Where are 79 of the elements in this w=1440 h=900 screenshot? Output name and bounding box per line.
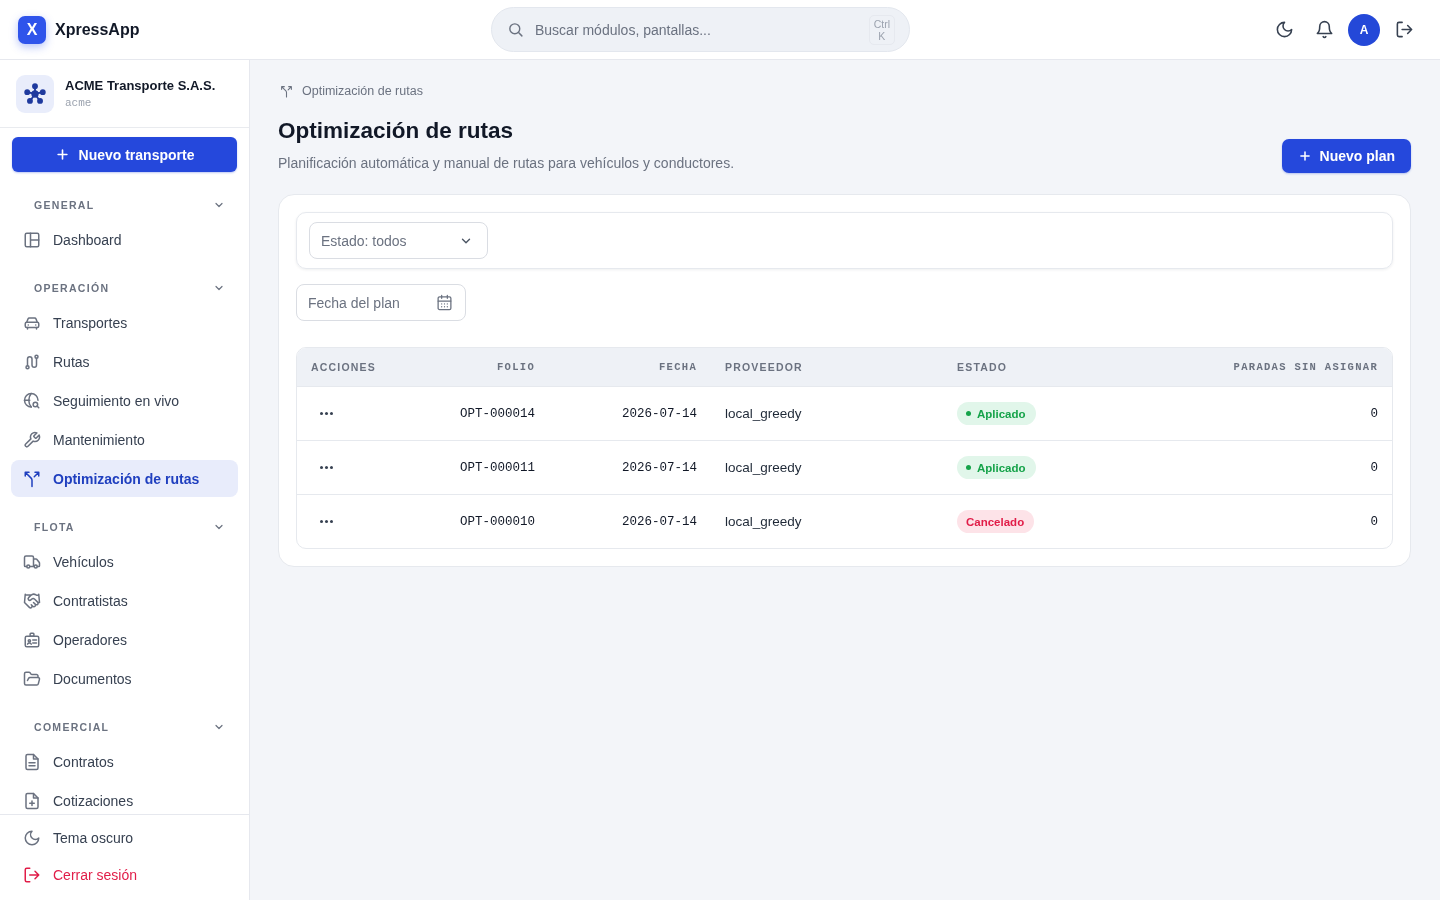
- globe-search-icon: [23, 391, 41, 410]
- table-cell: OPT-000011: [460, 460, 535, 475]
- status-text: Cancelado: [966, 515, 1025, 528]
- table-cell: OPT-000010: [460, 514, 535, 529]
- column-header: PARADAS SIN ASIGNAR: [1233, 361, 1378, 373]
- sidebar-item[interactable]: Contratistas: [11, 582, 238, 619]
- search-icon: [507, 21, 524, 38]
- wrench-icon: [23, 430, 41, 449]
- ellipsis-icon: [319, 466, 333, 469]
- sidebar-item[interactable]: Cerrar sesión: [11, 857, 238, 893]
- bell-icon: [1314, 20, 1334, 39]
- table-cell: 2026-07-14: [622, 514, 697, 529]
- layout-icon: [23, 230, 41, 249]
- handshake-icon: [23, 591, 41, 610]
- column-header: FOLIO: [497, 361, 535, 373]
- sidebar-item[interactable]: Seguimiento en vivo: [11, 382, 238, 419]
- sidebar-item[interactable]: Documentos: [11, 660, 238, 697]
- document-icon: [23, 752, 41, 771]
- document-plus-icon: [23, 791, 41, 810]
- ellipsis-icon: [319, 412, 333, 415]
- new-transport-button[interactable]: Nuevo transporte: [12, 137, 237, 172]
- sidebar-item[interactable]: Tema oscuro: [11, 820, 238, 856]
- truck-icon: [23, 552, 41, 571]
- organization-slug: acme: [65, 97, 93, 109]
- section-header[interactable]: FLOTA: [0, 519, 249, 535]
- calendar-icon: [436, 294, 453, 311]
- sidebar-item[interactable]: Rutas: [11, 343, 238, 380]
- ellipsis-icon: [319, 520, 333, 523]
- breadcrumb: Optimización de rutas: [302, 84, 423, 98]
- avatar-button[interactable]: A: [1348, 13, 1380, 46]
- plus-icon: [54, 147, 70, 162]
- plus-icon: [1297, 149, 1312, 163]
- route-icon: [23, 352, 41, 371]
- status-dot-icon: [966, 465, 971, 470]
- status-dot-icon: [966, 411, 971, 416]
- status-select[interactable]: Estado: todos: [309, 222, 488, 259]
- logout-icon: [23, 866, 41, 884]
- logout-icon: [1394, 20, 1414, 39]
- table-cell: local_greedy: [725, 514, 802, 529]
- date-field[interactable]: Fecha del plan: [296, 284, 466, 321]
- section-header[interactable]: GENERAL: [0, 197, 249, 213]
- moon-icon: [1274, 20, 1294, 39]
- split-arrows-icon: [23, 469, 41, 488]
- column-header: PROVEEDOR: [725, 361, 803, 373]
- new-plan-button[interactable]: Nuevo plan: [1281, 139, 1411, 173]
- organization-name: ACME Transporte S.A.S.: [65, 78, 216, 93]
- id-badge-icon: [23, 630, 41, 649]
- section-header[interactable]: COMERCIAL: [0, 719, 249, 735]
- table-cell: OPT-000014: [460, 406, 535, 421]
- page-title: Optimización de rutas: [278, 117, 515, 145]
- column-header: FECHA: [659, 361, 697, 373]
- app-name: XpressApp: [55, 20, 140, 39]
- table-cell: 0: [1370, 460, 1378, 475]
- sidebar-item[interactable]: Optimización de rutas: [11, 460, 238, 497]
- sidebar-item[interactable]: Vehículos: [11, 543, 238, 580]
- table-cell: 0: [1370, 406, 1378, 421]
- folder-icon: [23, 669, 41, 688]
- split-arrows-icon: [280, 84, 293, 98]
- sidebar-item[interactable]: Contratos: [11, 743, 238, 780]
- section-header[interactable]: OPERACIÓN: [0, 280, 249, 296]
- sidebar-item[interactable]: Transportes: [11, 304, 238, 341]
- sidebar-item[interactable]: Mantenimiento: [11, 421, 238, 458]
- table-cell: 2026-07-14: [622, 460, 697, 475]
- app-logo: X: [18, 15, 46, 44]
- column-header: ACCIONES: [311, 361, 377, 373]
- table-cell: 0: [1370, 514, 1378, 529]
- status-text: Aplicado: [977, 461, 1026, 474]
- table-cell: local_greedy: [725, 406, 802, 421]
- moon-icon: [23, 829, 41, 847]
- sidebar-item[interactable]: Cotizaciones: [11, 782, 238, 814]
- network-icon: [16, 74, 54, 113]
- sidebar-item[interactable]: Operadores: [11, 621, 238, 658]
- column-header: ESTADO: [957, 361, 1008, 373]
- shortcut-hint: Ctrl K: [868, 14, 895, 45]
- table-cell: 2026-07-14: [622, 406, 697, 421]
- page-subtitle: Planificación automática y manual de rutas para vehículos y conductores.: [278, 154, 735, 172]
- sidebar-item[interactable]: Dashboard: [11, 221, 238, 258]
- table-cell: local_greedy: [725, 460, 802, 475]
- status-text: Aplicado: [977, 407, 1026, 420]
